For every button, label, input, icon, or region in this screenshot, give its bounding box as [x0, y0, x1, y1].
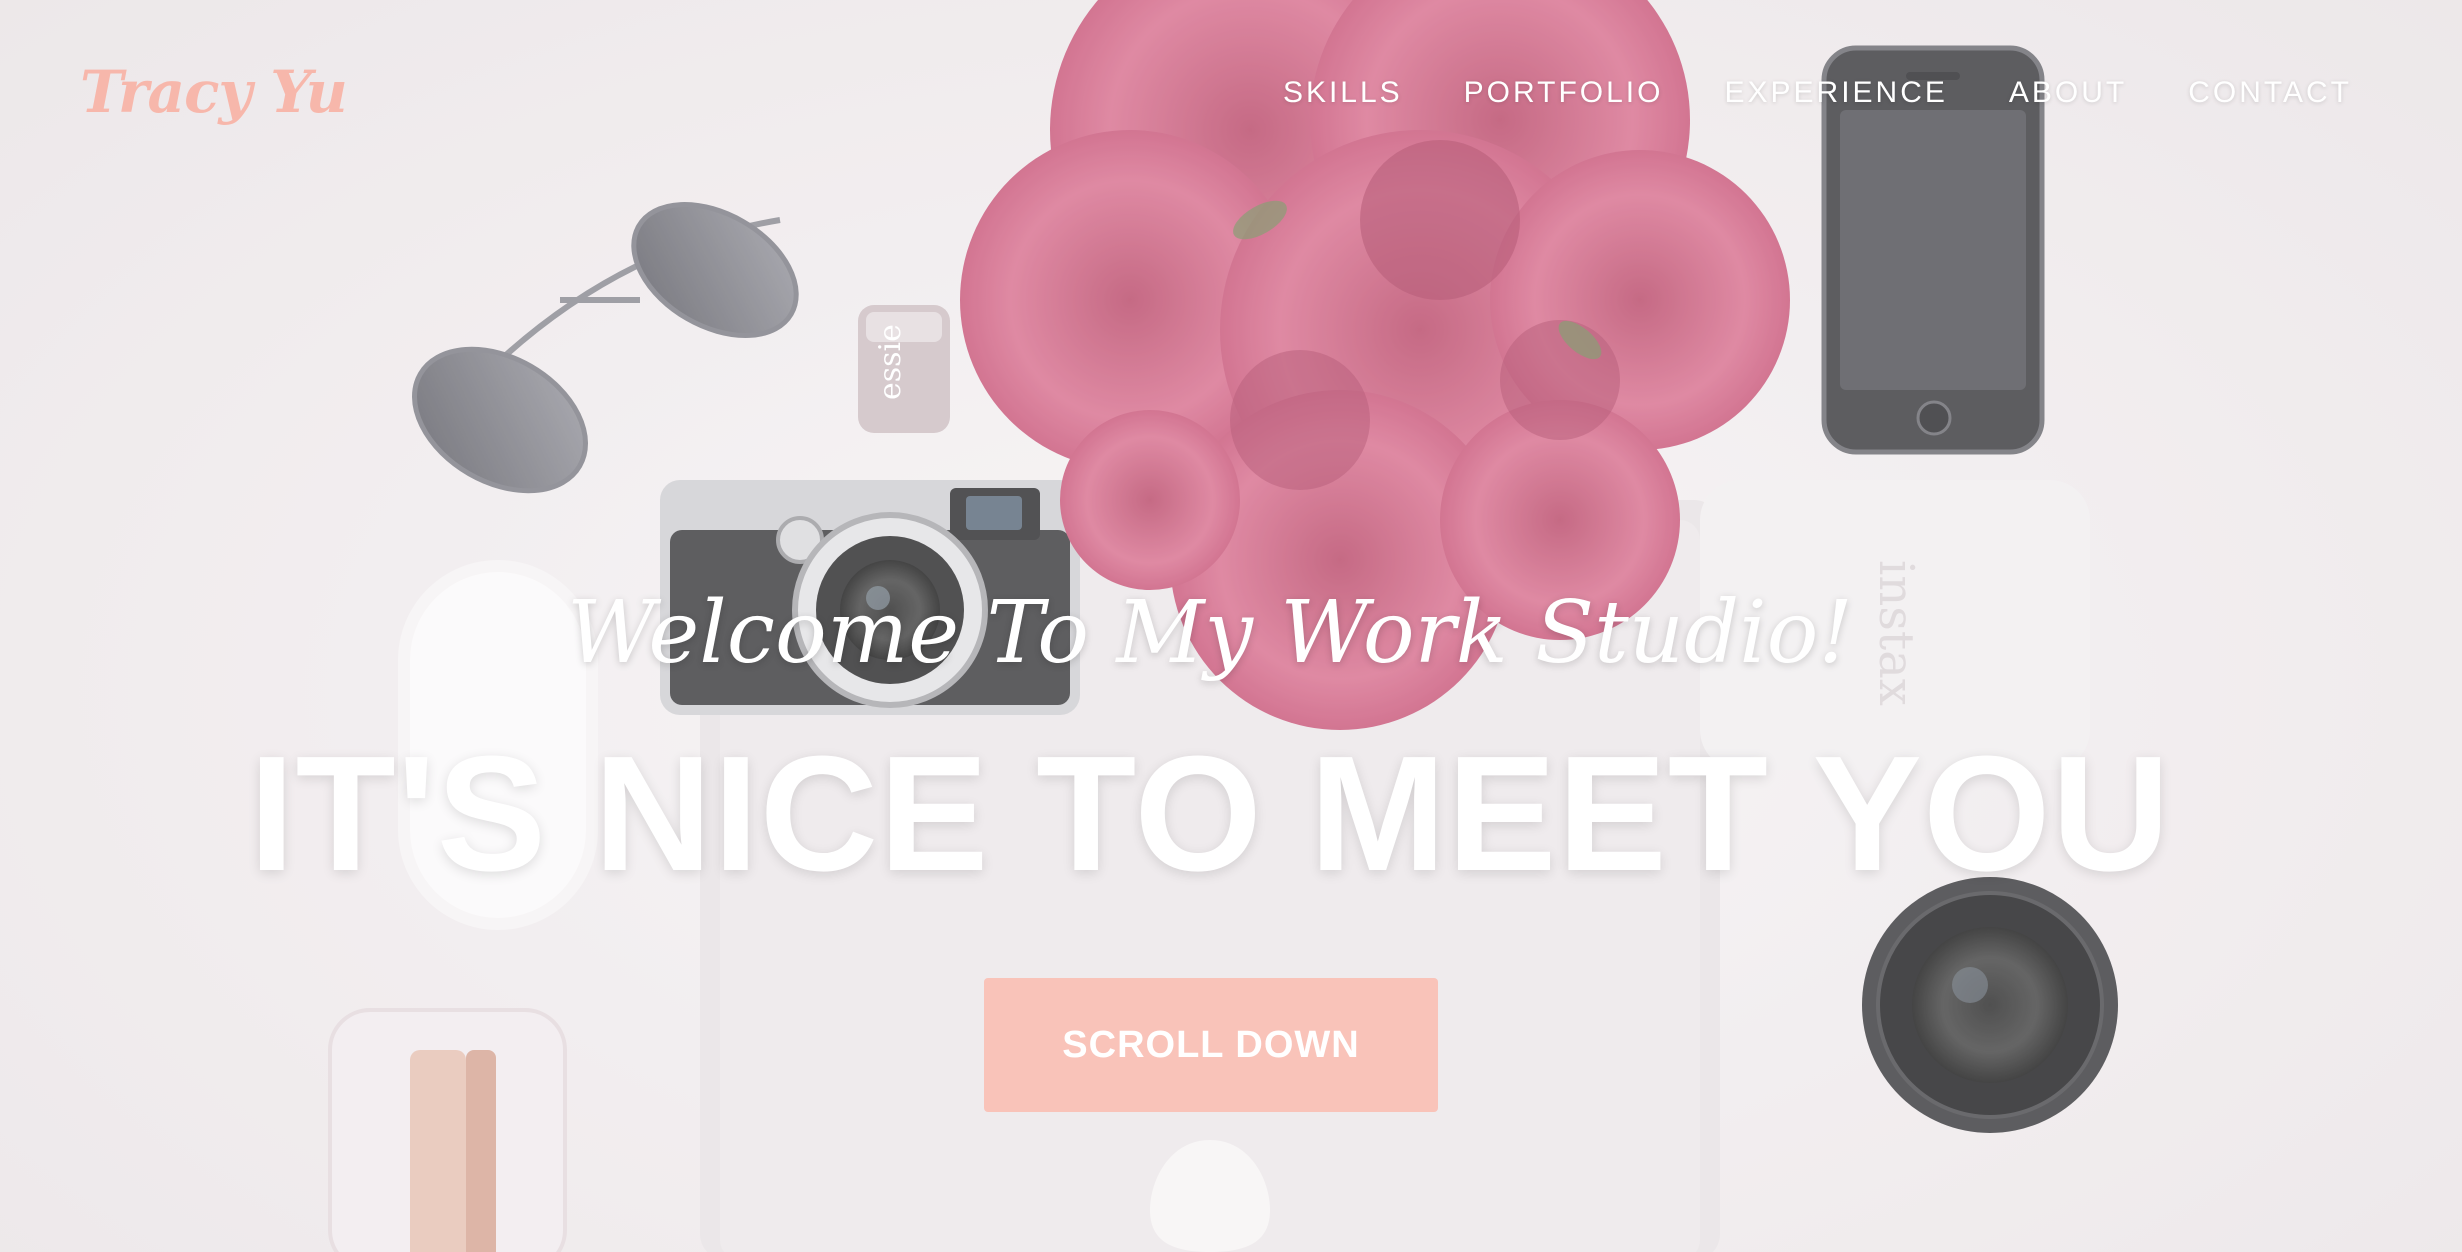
scroll-down-button[interactable]: SCROLL DOWN	[984, 978, 1438, 1112]
brand-logo[interactable]: Tracy Yu	[80, 58, 348, 126]
main-nav: SKILLS PORTFOLIO EXPERIENCE ABOUT CONTAC…	[1283, 76, 2352, 110]
nav-link-experience[interactable]: EXPERIENCE	[1724, 76, 1947, 109]
nav-item-about: ABOUT	[2009, 76, 2127, 110]
hero-headline: IT'S NICE TO MEET YOU	[249, 722, 2171, 905]
hero-section: instax essie Tracy Yu SKILLS PORTFOLIO E…	[0, 0, 2462, 1252]
nav-item-portfolio: PORTFOLIO	[1464, 76, 1664, 110]
nav-link-about[interactable]: ABOUT	[2009, 76, 2127, 109]
nav-item-contact: CONTACT	[2188, 76, 2352, 110]
nav-link-skills[interactable]: SKILLS	[1283, 76, 1403, 109]
nav-link-contact[interactable]: CONTACT	[2188, 76, 2352, 109]
nav-item-experience: EXPERIENCE	[1724, 76, 1947, 110]
nav-link-portfolio[interactable]: PORTFOLIO	[1464, 76, 1664, 109]
nav-item-skills: SKILLS	[1283, 76, 1403, 110]
hero-subtitle: Welcome To My Work Studio!	[567, 583, 1853, 683]
